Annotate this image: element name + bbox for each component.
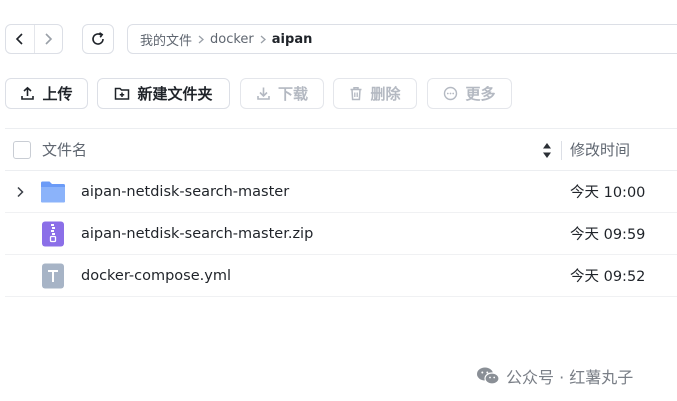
table-header: 文件名 修改时间 [5,128,677,171]
file-modified-time: 今天 09:52 [570,269,646,285]
table-row[interactable]: docker-compose.yml 今天 09:52 [5,255,677,297]
history-nav [5,24,63,54]
breadcrumb-item-docker[interactable]: docker [210,32,254,47]
upload-button[interactable]: 上传 [5,78,88,109]
refresh-icon [92,32,104,45]
more-dots-icon [444,86,458,101]
back-button[interactable] [6,25,34,53]
breadcrumb: 我的文件 docker aipan [127,24,677,54]
sort-icon[interactable] [542,142,552,159]
table-row[interactable]: aipan-netdisk-search-master.zip 今天 09:59 [5,213,677,255]
chevron-right-icon[interactable] [16,186,24,198]
forward-button[interactable] [33,25,62,53]
wechat-watermark: 公众号 · 红薯丸子 [476,364,633,388]
new-folder-button[interactable]: 新建文件夹 [97,78,230,109]
file-table: 文件名 修改时间 aipan-netdisk-search-master 今天 … [5,128,677,297]
breadcrumb-item-my-files[interactable]: 我的文件 [140,30,192,49]
file-modified-time: 今天 09:59 [570,227,646,243]
zip-icon [42,221,64,247]
text-file-icon [42,263,64,289]
chevron-right-icon [198,35,205,44]
upload-icon [21,86,35,100]
wechat-icon [477,367,500,385]
chevron-left-icon [15,33,23,45]
download-icon [257,87,270,100]
upload-label: 上传 [42,85,73,103]
breadcrumb-item-aipan[interactable]: aipan [272,32,313,47]
column-header-name[interactable]: 文件名 [42,139,87,160]
more-label: 更多 [465,85,496,103]
select-all-checkbox[interactable] [13,141,31,159]
chevron-right-icon [260,35,266,44]
download-label: 下载 [277,85,308,103]
watermark-text: 公众号 · 红薯丸子 [506,368,634,387]
delete-label: 删除 [370,85,401,103]
more-button[interactable]: 更多 [427,78,512,109]
table-row[interactable]: aipan-netdisk-search-master 今天 10:00 [5,171,677,213]
column-divider[interactable] [561,141,562,160]
file-name[interactable]: aipan-netdisk-search-master [81,184,289,200]
new-folder-icon [115,87,130,100]
chevron-right-icon [45,33,53,45]
refresh-button[interactable] [82,24,114,54]
file-modified-time: 今天 10:00 [570,185,646,201]
delete-button[interactable]: 删除 [333,78,417,109]
file-name[interactable]: docker-compose.yml [81,268,231,284]
new-folder-label: 新建文件夹 [137,85,213,103]
file-name[interactable]: aipan-netdisk-search-master.zip [81,226,313,242]
trash-icon [350,87,362,101]
download-button[interactable]: 下载 [240,78,324,109]
column-header-modified-time[interactable]: 修改时间 [570,139,630,160]
folder-icon [41,181,65,203]
